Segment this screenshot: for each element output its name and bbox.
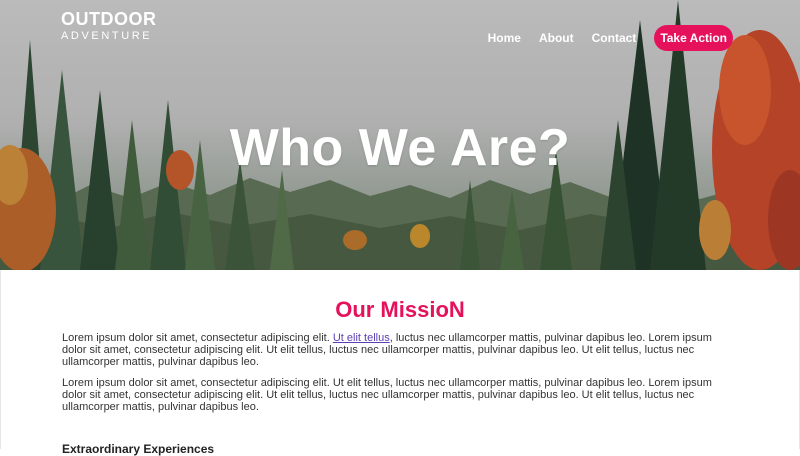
paragraph-text: Lorem ipsum dolor sit amet, consectetur …: [62, 332, 333, 344]
main-nav: Home About Contact Take Action: [488, 25, 733, 51]
mission-section: Our MissioN Lorem ipsum dolor sit amet, …: [0, 270, 800, 456]
take-action-button[interactable]: Take Action: [654, 25, 733, 51]
logo-line-1: OUTDOOR: [61, 9, 157, 29]
hero-title: Who We Are?: [229, 119, 571, 177]
experiences-subheading: Extraordinary Experiences: [62, 442, 215, 456]
mission-heading: Our MissioN: [335, 297, 465, 322]
mission-paragraph-2: Lorem ipsum dolor sit amet, consectetur …: [62, 377, 712, 413]
hero-banner: OUTDOOR ADVENTURE Home About Contact Tak…: [0, 0, 800, 270]
ut-elit-tellus-link[interactable]: Ut elit tellus: [333, 332, 390, 344]
mission-paragraph-1: Lorem ipsum dolor sit amet, consectetur …: [62, 332, 730, 368]
nav-contact-link[interactable]: Contact: [592, 31, 637, 45]
logo-line-2: ADVENTURE: [61, 30, 153, 42]
nav-home-link[interactable]: Home: [488, 31, 521, 45]
site-logo[interactable]: OUTDOOR ADVENTURE: [61, 10, 157, 43]
nav-about-link[interactable]: About: [539, 31, 574, 45]
